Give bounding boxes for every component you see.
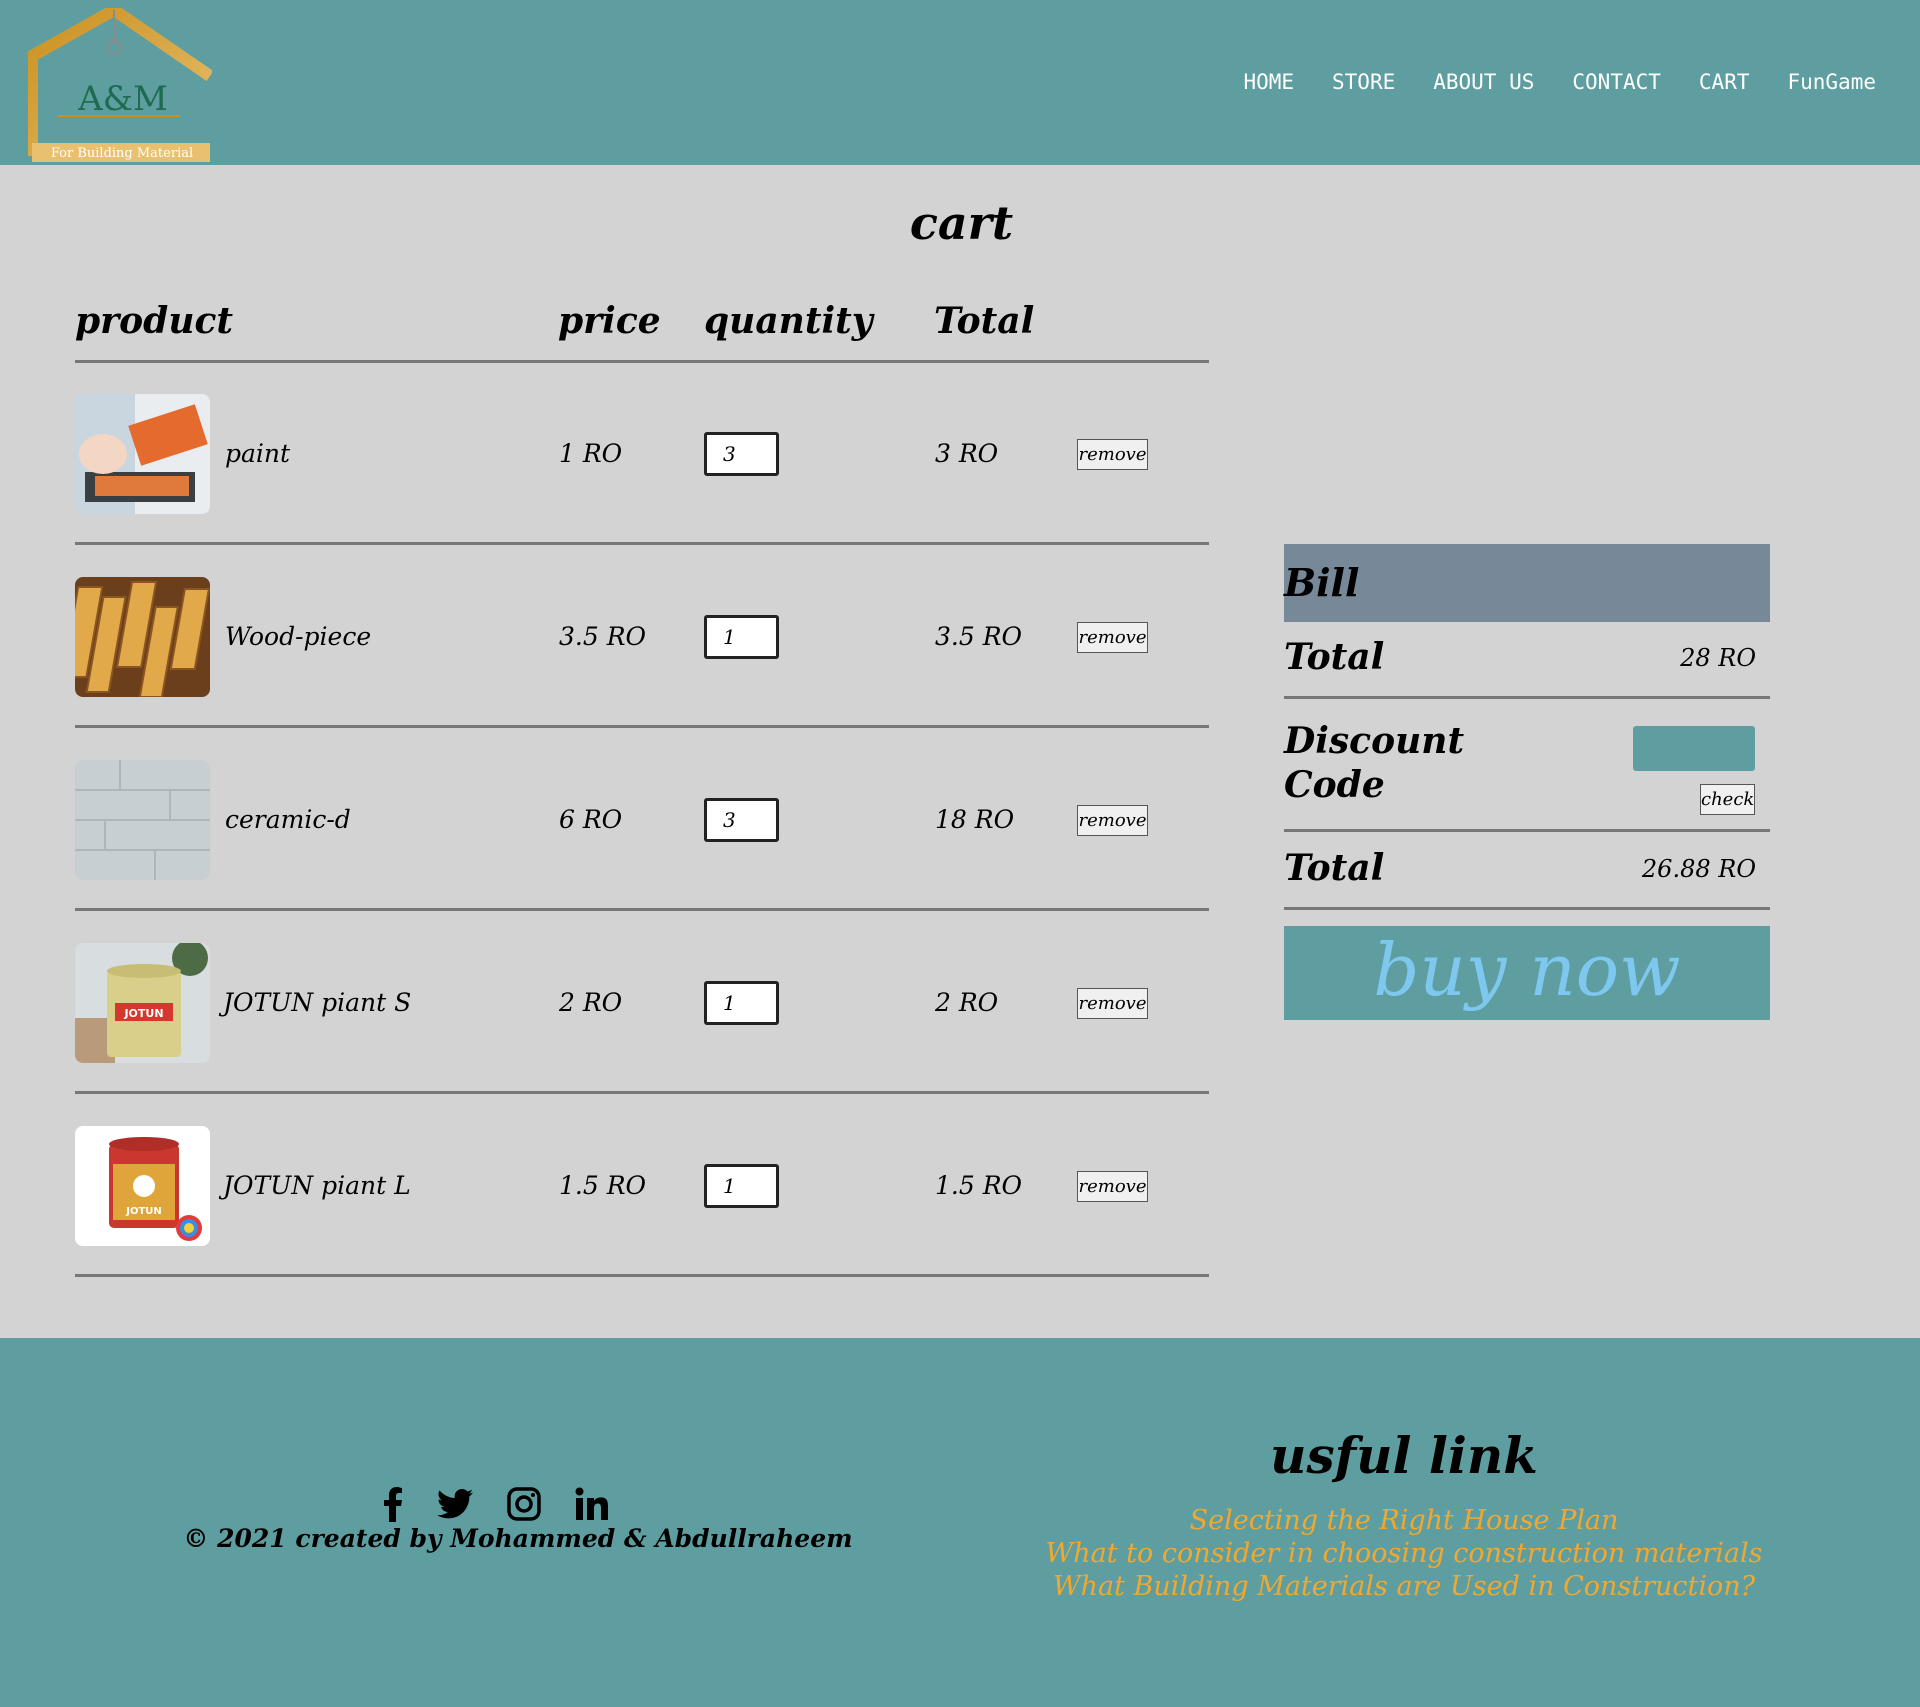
cart-row: JOTUN JOTUN piant S 2 RO 1 2 RO remove [75, 912, 1209, 1095]
nav-fungame[interactable]: FunGame [1787, 70, 1876, 94]
product-name: paint [225, 439, 291, 468]
cart-row: ceramic-d 6 RO 3 18 RO remove [75, 729, 1209, 912]
bill-panel: Bill Total 28 RO Discount Code check Tot… [1284, 544, 1770, 1020]
product-price: 3.5 RO [559, 622, 647, 651]
product-total: 1.5 RO [935, 1171, 1023, 1200]
divider [75, 908, 1209, 911]
page-title: cart [909, 196, 1014, 250]
site-header: A&M For Building Material HOME STORE ABO… [0, 0, 1920, 165]
header-price: price [558, 300, 661, 342]
nav-store[interactable]: STORE [1332, 70, 1395, 94]
product-price: 6 RO [559, 805, 623, 834]
jotun-can-large-image: JOTUN [75, 1126, 210, 1246]
quantity-input[interactable]: 1 [704, 1164, 779, 1208]
nav-about-us[interactable]: ABOUT US [1433, 70, 1534, 94]
product-name: JOTUN piant L [223, 1171, 411, 1200]
subtotal-value: 28 RO [1680, 644, 1756, 672]
facebook-icon[interactable] [383, 1486, 403, 1522]
subtotal-label: Total [1284, 636, 1385, 678]
useful-links-title: usful link [1270, 1426, 1538, 1485]
svg-text:JOTUN: JOTUN [123, 1007, 163, 1020]
remove-button[interactable]: remove [1077, 805, 1148, 836]
discount-label: Discount [1284, 720, 1465, 762]
divider [75, 725, 1209, 728]
buy-now-button[interactable]: buy now [1284, 926, 1770, 1020]
svg-text:A&M: A&M [77, 79, 168, 119]
divider [75, 1091, 1209, 1094]
twitter-icon[interactable] [437, 1489, 473, 1519]
final-total-label: Total [1284, 847, 1385, 889]
bill-title: Bill [1284, 544, 1770, 622]
quantity-input[interactable]: 1 [704, 615, 779, 659]
cart-row: paint 1 RO 3 3 RO remove [75, 363, 1209, 546]
product-name: ceramic-d [225, 805, 351, 834]
header-product: product [75, 300, 234, 342]
nav-contact[interactable]: CONTACT [1572, 70, 1661, 94]
main-nav: HOME STORE ABOUT US CONTACT CART FunGame [1243, 70, 1876, 94]
quantity-input[interactable]: 3 [704, 798, 779, 842]
remove-button[interactable]: remove [1077, 988, 1148, 1019]
quantity-input[interactable]: 3 [704, 432, 779, 476]
paint-roller-image [75, 394, 210, 514]
divider [75, 1274, 1209, 1277]
product-price: 1.5 RO [559, 1171, 647, 1200]
product-price: 1 RO [559, 439, 623, 468]
header-quantity: quantity [704, 300, 873, 342]
discount-label-code: Code [1284, 764, 1385, 806]
useful-link-house-plan[interactable]: Selecting the Right House Plan [1026, 1504, 1782, 1537]
nav-cart[interactable]: CART [1699, 70, 1750, 94]
instagram-icon[interactable] [507, 1487, 541, 1521]
ceramic-tile-image [75, 760, 210, 880]
divider [75, 542, 1209, 545]
divider [1284, 829, 1770, 832]
social-links [383, 1486, 609, 1522]
useful-link-choosing-materials[interactable]: What to consider in choosing constructio… [1026, 1537, 1782, 1570]
divider [1284, 696, 1770, 699]
nav-home[interactable]: HOME [1243, 70, 1294, 94]
discount-code-input[interactable] [1633, 726, 1755, 771]
product-name: JOTUN piant S [223, 988, 412, 1017]
product-total: 3.5 RO [935, 622, 1023, 651]
product-price: 2 RO [559, 988, 623, 1017]
wood-planks-image [75, 577, 210, 697]
product-total: 2 RO [935, 988, 999, 1017]
header-total: Total [934, 300, 1035, 342]
site-footer: © 2021 created by Mohammed & Abdullrahee… [0, 1338, 1920, 1707]
svg-text:For Building Material: For Building Material [51, 146, 193, 161]
quantity-input[interactable]: 1 [704, 981, 779, 1025]
check-button[interactable]: check [1700, 784, 1755, 815]
product-total: 3 RO [935, 439, 999, 468]
cart-row: Wood-piece 3.5 RO 1 3.5 RO remove [75, 546, 1209, 729]
useful-link-materials-used[interactable]: What Building Materials are Used in Cons… [1026, 1570, 1782, 1603]
copyright-text: © 2021 created by Mohammed & Abdullrahee… [183, 1524, 853, 1553]
useful-links: Selecting the Right House Plan What to c… [1026, 1504, 1782, 1603]
cart-row: JOTUN JOTUN piant L 1.5 RO 1 1.5 RO remo… [75, 1095, 1209, 1278]
product-total: 18 RO [935, 805, 1015, 834]
brand-logo[interactable]: A&M For Building Material [26, 2, 214, 162]
final-total-value: 26.88 RO [1641, 855, 1756, 883]
jotun-can-small-image: JOTUN [75, 943, 210, 1063]
product-name: Wood-piece [225, 622, 372, 651]
remove-button[interactable]: remove [1077, 439, 1148, 470]
svg-text:JOTUN: JOTUN [125, 1206, 162, 1217]
remove-button[interactable]: remove [1077, 622, 1148, 653]
divider [1284, 907, 1770, 910]
remove-button[interactable]: remove [1077, 1171, 1148, 1202]
linkedin-icon[interactable] [575, 1487, 609, 1521]
